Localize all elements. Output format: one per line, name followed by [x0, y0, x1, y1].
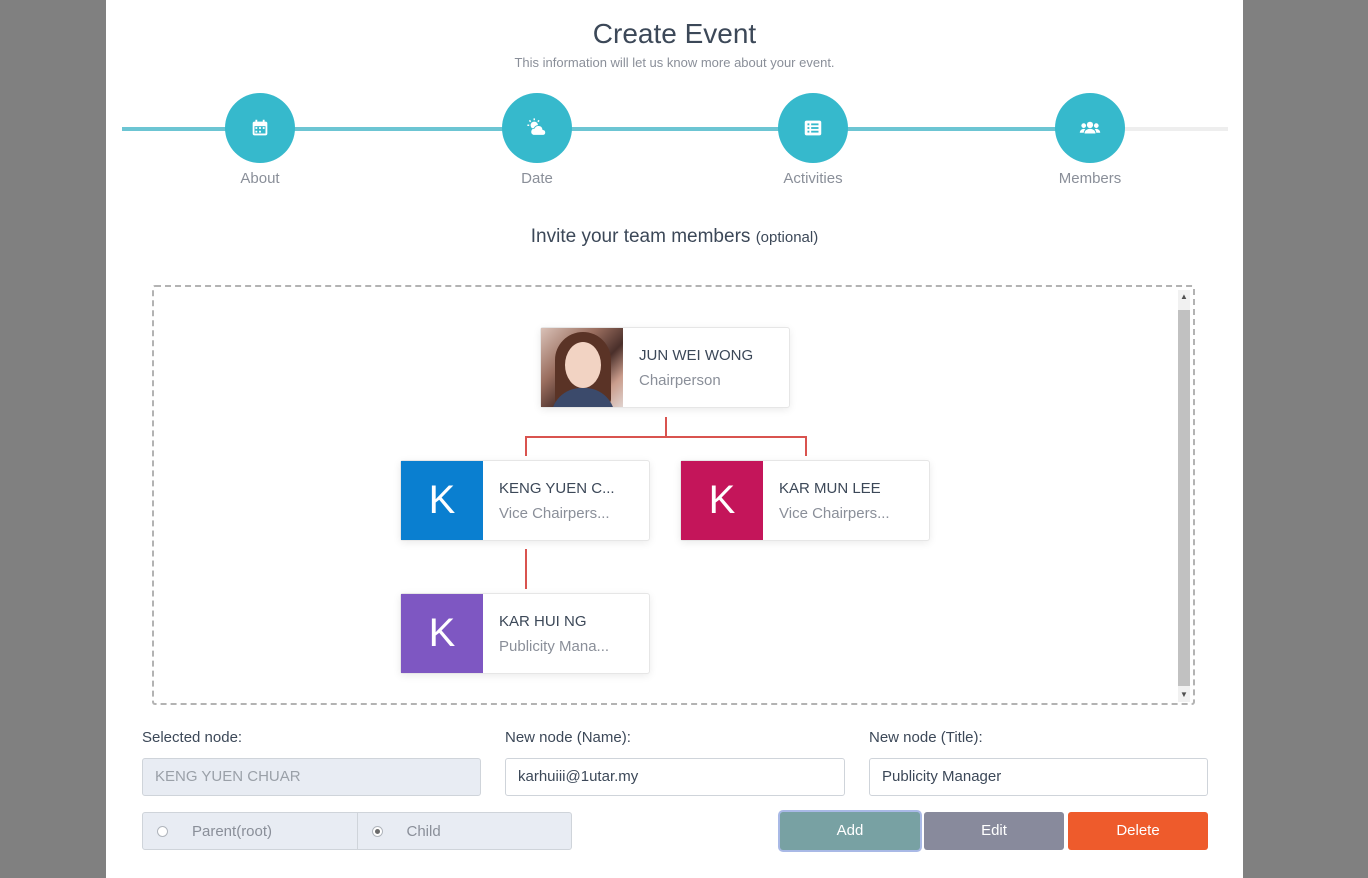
scroll-up-icon[interactable]: ▲ [1178, 290, 1190, 304]
org-node-root[interactable]: JUN WEI WONG Chairperson [540, 327, 790, 408]
section-heading: Invite your team members (optional) [106, 226, 1243, 248]
connector-line [665, 417, 667, 437]
section-heading-note: (optional) [755, 229, 819, 246]
page-subtitle: This information will let us know more a… [514, 55, 835, 70]
add-button[interactable]: Add [780, 812, 920, 850]
page-title: Create Event [592, 18, 757, 49]
selected-node-field: KENG YUEN CHUAR [142, 758, 481, 796]
wizard-step-about[interactable]: About [200, 93, 320, 187]
radio-parent-root[interactable]: Parent(root) [143, 813, 357, 849]
new-node-name-label: New node (Name): [505, 729, 631, 746]
new-node-title-input[interactable]: Publicity Manager [869, 758, 1208, 796]
connector-line [525, 436, 807, 438]
org-node-grandchild[interactable]: K KAR HUI NG Publicity Mana... [400, 593, 650, 674]
wizard-step-activities[interactable]: Activities [753, 93, 873, 187]
connector-line [805, 436, 807, 456]
users-icon [1055, 93, 1125, 163]
radio-child[interactable]: Child [356, 813, 572, 849]
wizard-step-date[interactable]: Date [477, 93, 597, 187]
section-heading-text: Invite your team members [530, 226, 751, 247]
wizard-step-label: Date [521, 170, 553, 187]
radio-label: Child [406, 822, 441, 840]
node-name: KAR HUI NG [499, 613, 587, 630]
radio-label: Parent(root) [192, 822, 273, 840]
avatar [541, 328, 623, 407]
list-icon [778, 93, 848, 163]
scrollbar-thumb[interactable] [1178, 310, 1190, 686]
node-name: KAR MUN LEE [779, 480, 881, 497]
wizard-step-members[interactable]: Members [1030, 93, 1150, 187]
new-node-name-input[interactable]: karhuiii@1utar.my [505, 758, 845, 796]
radio-button[interactable] [157, 825, 168, 837]
avatar: K [401, 594, 483, 673]
avatar: K [681, 461, 763, 540]
delete-button[interactable]: Delete [1068, 812, 1208, 850]
scroll-down-icon[interactable]: ▼ [1178, 688, 1190, 702]
radio-button[interactable] [371, 825, 383, 837]
node-type-radio-group: Parent(root) Child [142, 812, 572, 850]
wizard-card: Create Event This information will let u… [106, 0, 1243, 878]
wizard-step-label: Members [1058, 170, 1122, 187]
connector-line [525, 549, 527, 589]
avatar: K [401, 461, 483, 540]
node-name: KENG YUEN C... [499, 480, 615, 497]
wizard-step-label: About [240, 170, 280, 187]
org-chart-container[interactable]: JUN WEI WONG Chairperson K KENG YUEN C..… [152, 285, 1195, 705]
node-title: Publicity Mana... [499, 638, 610, 655]
node-name: JUN WEI WONG [639, 347, 754, 364]
connector-line [525, 436, 527, 456]
wizard-step-label: Activities [783, 170, 843, 187]
node-title: Chairperson [639, 372, 721, 389]
org-node-child[interactable]: K KAR MUN LEE Vice Chairpers... [680, 460, 930, 541]
org-node-child[interactable]: K KENG YUEN C... Vice Chairpers... [400, 460, 650, 541]
vertical-scrollbar[interactable]: ▲ ▼ [1178, 290, 1190, 702]
selected-node-label: Selected node: [142, 729, 243, 746]
node-title: Vice Chairpers... [499, 505, 610, 522]
node-title: Vice Chairpers... [779, 505, 890, 522]
calendar-icon [225, 93, 295, 163]
edit-button[interactable]: Edit [924, 812, 1064, 850]
new-node-title-label: New node (Title): [869, 729, 983, 746]
weather-icon [502, 93, 572, 163]
